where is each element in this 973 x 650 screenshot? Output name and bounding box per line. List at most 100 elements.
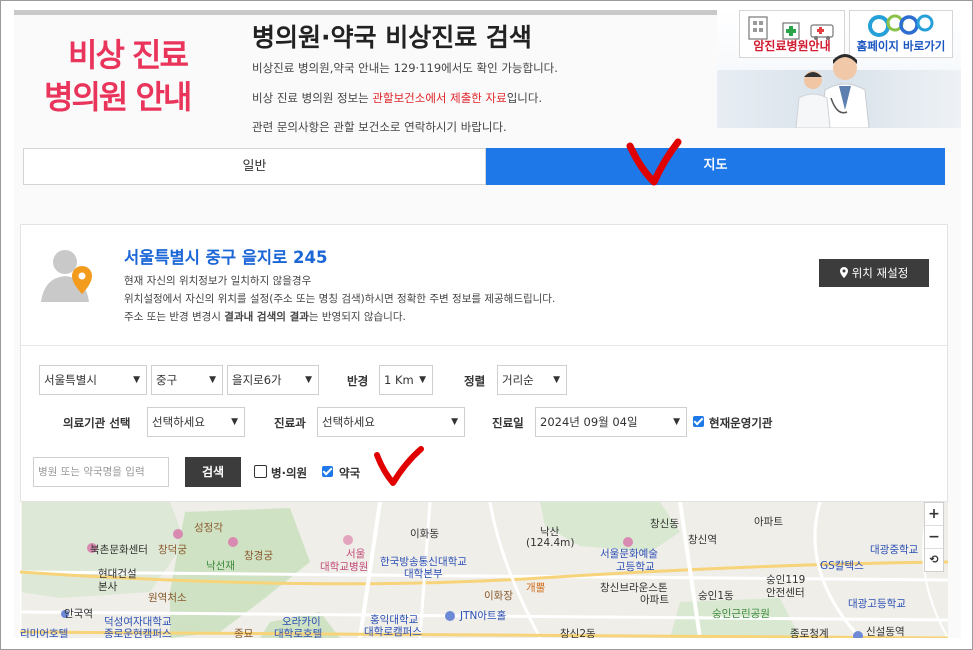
- location-info-line-2: 위치설정에서 자신의 위치를 설정(주소 또는 명칭 검색)하시면 정확한 주변…: [124, 293, 556, 305]
- map-label: 신설동역: [866, 626, 905, 638]
- browser-frame: 비상 진료 병의원 안내 병의원·약국 비상진료 검색 비상진료 병의원,약국 …: [0, 0, 973, 650]
- description-line-1: 비상진료 병의원,약국 안내는 129·119에서도 확인 가능합니다.: [252, 61, 558, 75]
- map-label: 본사: [98, 581, 118, 593]
- clinic-label: 병·의원: [271, 466, 308, 480]
- map-view[interactable]: 성정각 창덕궁 북촌문화센터 현대건설 본사 원역처소 낙선재 창경궁 서울 대…: [20, 502, 948, 638]
- map-label: 이화동: [410, 528, 439, 540]
- sort-label: 정렬: [464, 374, 486, 388]
- location-info-line-3: 주소 또는 반경 변경시 결과내 검색의 결과는 반영되지 않습니다.: [124, 309, 406, 324]
- map-label: 아파트: [640, 594, 669, 606]
- facility-value: 선택하세요: [152, 415, 205, 429]
- tab-map[interactable]: 지도: [486, 148, 945, 185]
- dong-select[interactable]: 을지로6가 ▼: [227, 365, 319, 395]
- map-label: GS칼텍스: [820, 560, 864, 572]
- zoom-in-button[interactable]: +: [925, 503, 943, 526]
- red-checkmark-annotation-2: [374, 446, 424, 486]
- current-address: 서울특별시 중구 을지로 245: [124, 248, 328, 267]
- doctor-image-secondary: [795, 71, 831, 128]
- map-label: (124.4m): [526, 537, 575, 549]
- zoom-out-button[interactable]: −: [925, 526, 943, 549]
- info3-prefix: 주소 또는 반경 변경시: [124, 311, 225, 323]
- search-button[interactable]: 검색: [185, 457, 241, 487]
- map-label: 안전센터: [766, 587, 805, 599]
- sort-select[interactable]: 거리순 ▼: [497, 365, 567, 395]
- promo-line-2: 병의원 안내: [44, 78, 192, 116]
- map-label: 창신동: [650, 518, 679, 530]
- page-title: 병의원·약국 비상진료 검색: [252, 23, 532, 52]
- city-select[interactable]: 서울특별시 ▼: [39, 365, 147, 395]
- map-label: 성정각: [194, 522, 223, 534]
- map-label: 숭인1동: [698, 590, 734, 602]
- dong-value: 을지로6가: [232, 373, 282, 387]
- homepage-logo-icon: [868, 14, 934, 37]
- district-select[interactable]: 중구 ▼: [151, 365, 223, 395]
- date-label: 진료일: [492, 416, 524, 430]
- desc2-suffix: 입니다.: [506, 91, 543, 105]
- info3-suffix: 는 반영되지 않습니다.: [308, 311, 406, 323]
- location-info-line-1: 현재 자신의 위치정보가 일치하지 않을경우: [124, 275, 312, 287]
- tab-general[interactable]: 일반: [23, 148, 486, 185]
- map-label: 리미어호텔: [20, 628, 69, 638]
- map-label: 안국역: [64, 608, 93, 620]
- map-label: 대학교병원: [320, 561, 369, 573]
- map-label: 창경궁: [244, 550, 273, 562]
- map-label: 낙선재: [206, 560, 235, 572]
- chevron-down-icon: ▼: [133, 375, 140, 385]
- clinic-checkbox[interactable]: [254, 465, 267, 478]
- promo-title: 비상 진료 병의원 안내: [44, 34, 234, 118]
- open-now-checkbox[interactable]: [693, 416, 704, 427]
- map-label: 원역처소: [148, 592, 187, 604]
- map-label: 종묘: [234, 628, 254, 638]
- panel-divider: [21, 345, 947, 346]
- chevron-down-icon: ▼: [553, 375, 560, 385]
- date-select[interactable]: 2024년 09월 04일 ▼: [535, 407, 687, 437]
- pharmacy-label: 약국: [339, 466, 361, 480]
- map-label: 이화장: [484, 590, 513, 602]
- radius-label: 반경: [347, 374, 369, 388]
- map-label: 숭인근린공원: [712, 608, 770, 620]
- chevron-down-icon: ▼: [231, 417, 238, 427]
- facility-select[interactable]: 선택하세요 ▼: [147, 407, 245, 437]
- map-label: 북촌문화센터: [90, 544, 148, 556]
- location-pin-icon: [839, 267, 848, 278]
- map-label: 고등학교: [616, 561, 655, 573]
- search-panel: 서울특별시 중구 을지로 245 현재 자신의 위치정보가 일치하지 않을경우 …: [20, 224, 948, 502]
- page: 비상 진료 병의원 안내 병의원·약국 비상진료 검색 비상진료 병의원,약국 …: [14, 10, 961, 638]
- facility-label: 의료기관 선택: [63, 416, 131, 430]
- map-reset-button[interactable]: ⟲: [925, 549, 943, 571]
- map-label: 창덕궁: [158, 544, 187, 556]
- red-checkmark-annotation: [626, 138, 682, 186]
- radius-select[interactable]: 1 Km ▼: [379, 365, 433, 395]
- map-label: 개뿔: [526, 582, 546, 594]
- map-label: 종로운현캠퍼스: [104, 628, 172, 638]
- desc2-highlight: 관할보건소에서 제출한 자료: [372, 91, 507, 105]
- radius-value: 1 Km: [384, 373, 414, 387]
- date-value: 2024년 09월 04일: [540, 415, 638, 429]
- city-value: 서울특별시: [44, 373, 97, 387]
- map-label: 대광중학교: [870, 544, 919, 556]
- reset-location-label: 위치 재설정: [851, 266, 909, 280]
- chevron-down-icon: ▼: [419, 375, 426, 385]
- map-label: 아파트: [754, 516, 783, 528]
- sort-value: 거리순: [502, 373, 534, 387]
- reset-location-button[interactable]: 위치 재설정: [819, 259, 929, 287]
- chevron-down-icon: ▼: [305, 375, 312, 385]
- department-select[interactable]: 선택하세요 ▼: [317, 407, 465, 437]
- map-label: 창신2동: [560, 628, 596, 638]
- map-label: 종로청계: [790, 628, 829, 638]
- chevron-down-icon: ▼: [451, 417, 458, 427]
- map-label: 대학로캠퍼스: [364, 626, 422, 638]
- map-label: 대광고등학교: [848, 598, 906, 610]
- chevron-down-icon: ▼: [673, 417, 680, 427]
- map-label: 대학본부: [404, 568, 443, 580]
- info3-bold: 결과내 검색의 결과: [224, 311, 309, 323]
- map-label: JTN아트홀: [460, 610, 507, 622]
- department-label: 진료과: [274, 416, 306, 430]
- pharmacy-checkbox[interactable]: [322, 466, 333, 477]
- open-now-label: 현재운영기관: [709, 416, 773, 430]
- desc2-prefix: 비상 진료 병의원 정보는: [252, 91, 373, 105]
- description-line-3: 관련 문의사항은 관할 보건소로 연락하시기 바랍니다.: [252, 120, 507, 134]
- facility-name-search-input[interactable]: 병원 또는 약국명을 입력: [33, 457, 169, 487]
- district-value: 중구: [156, 373, 178, 387]
- header-banner: 암진료병원안내 홈페이지 바로가기: [717, 10, 961, 128]
